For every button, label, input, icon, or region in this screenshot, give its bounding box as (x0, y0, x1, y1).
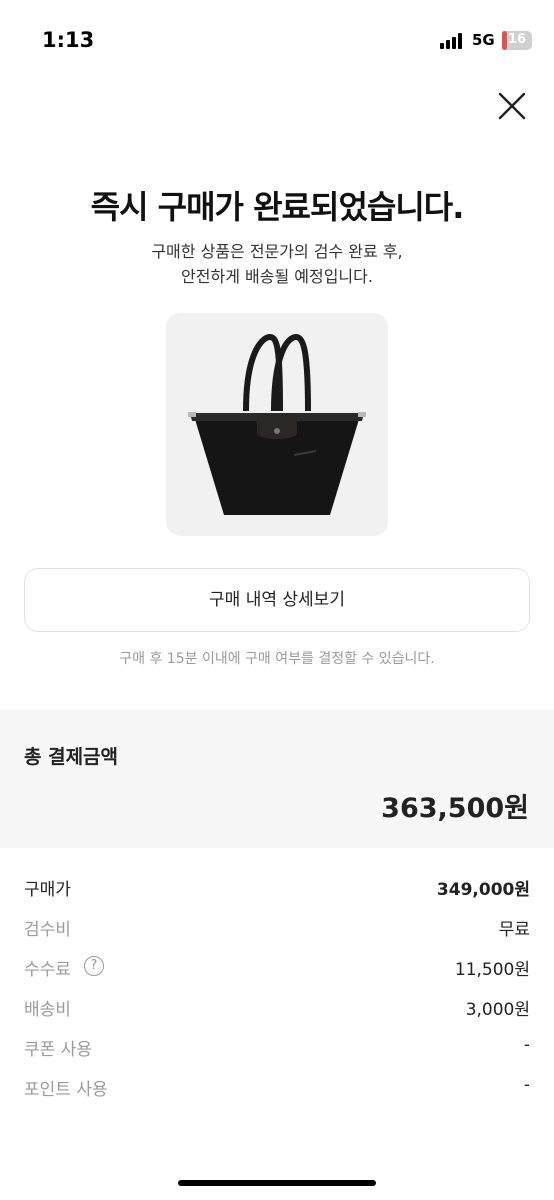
price-row-points: 포인트 사용 - (24, 1072, 530, 1102)
home-indicator[interactable] (178, 1180, 376, 1186)
row-value: - (523, 1035, 530, 1055)
row-label: 검수비 (24, 920, 71, 940)
status-bar: 1:13 5G 16 (0, 0, 554, 80)
row-value: 349,000원 (436, 880, 530, 900)
row-value: - (523, 1075, 530, 1095)
tote-bag-image (188, 333, 366, 515)
purchase-detail-button[interactable]: 구매 내역 상세보기 (24, 568, 530, 632)
row-label: 배송비 (24, 1000, 71, 1020)
close-icon (498, 92, 526, 120)
decision-notice: 구매 후 15분 이내에 구매 여부를 결정할 수 있습니다. (119, 651, 435, 667)
price-row-purchase: 구매가 349,000원 (24, 872, 530, 902)
price-row-fee: 수수료 ? 11,500원 (24, 952, 530, 982)
price-row-coupon: 쿠폰 사용 - (24, 1032, 530, 1062)
subtext-line-1: 구매한 상품은 전문가의 검수 완료 후, (151, 242, 403, 261)
signal-icon (440, 33, 466, 49)
battery-icon: 16 (502, 31, 532, 50)
total-payment-amount: 363,500원 (381, 793, 529, 824)
product-image (166, 313, 388, 536)
purchase-detail-button-label: 구매 내역 상세보기 (209, 590, 345, 610)
price-row-inspection: 검수비 무료 (24, 912, 530, 942)
row-value: 3,000원 (465, 1000, 530, 1020)
row-label: 포인트 사용 (24, 1080, 108, 1100)
price-row-shipping: 배송비 3,000원 (24, 992, 530, 1022)
row-value: 무료 (498, 920, 530, 940)
row-label: 수수료 (24, 960, 71, 980)
help-icon[interactable]: ? (84, 956, 104, 976)
network-type: 5G (472, 31, 495, 49)
close-button[interactable] (494, 88, 530, 124)
row-label: 쿠폰 사용 (24, 1040, 92, 1060)
row-label: 구매가 (24, 880, 71, 900)
battery-level: 16 (507, 32, 527, 47)
status-time: 1:13 (42, 28, 95, 52)
total-payment-label: 총 결제금액 (24, 746, 119, 768)
row-value: 11,500원 (454, 960, 530, 980)
total-payment-section: 총 결제금액 363,500원 (0, 710, 554, 848)
subtext-line-2: 안전하게 배송될 예정입니다. (181, 267, 373, 286)
page-title: 즉시 구매가 완료되었습니다. (90, 188, 465, 226)
